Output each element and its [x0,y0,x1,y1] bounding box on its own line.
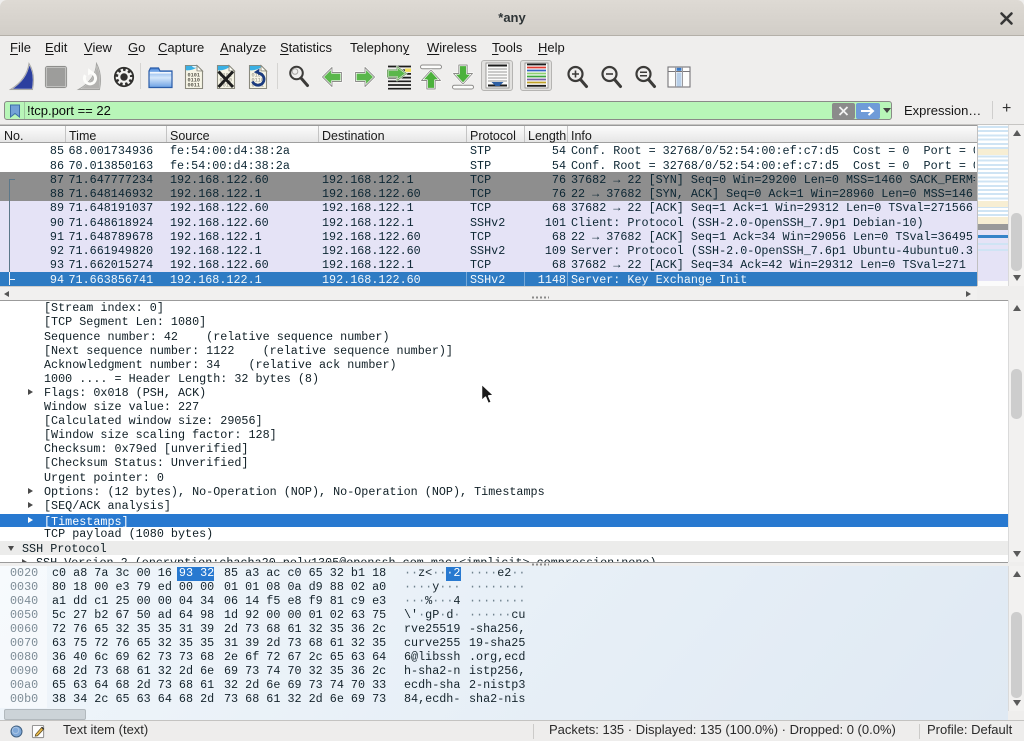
svg-text:0011: 0011 [188,83,200,89]
